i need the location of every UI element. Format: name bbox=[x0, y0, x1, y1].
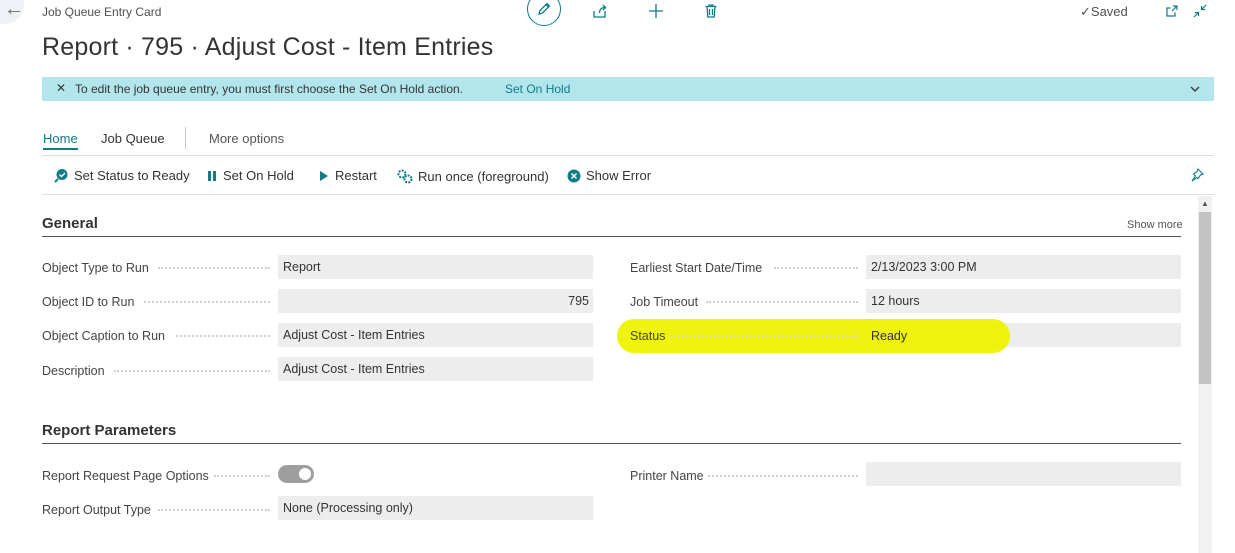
label-leader bbox=[670, 335, 858, 337]
object-type-field[interactable]: Report bbox=[278, 255, 593, 279]
printer-name-field[interactable] bbox=[866, 462, 1181, 486]
label-leader bbox=[114, 370, 270, 372]
collapse-icon bbox=[1193, 4, 1207, 18]
saved-status: ✓Saved bbox=[1080, 4, 1128, 20]
scrollbar-thumb[interactable] bbox=[1199, 212, 1211, 384]
show-error-button[interactable]: Show Error bbox=[567, 168, 651, 183]
label-leader bbox=[158, 509, 270, 511]
checkmark-icon: ✓ bbox=[1080, 4, 1091, 19]
share-button[interactable] bbox=[588, 0, 612, 22]
tab-home[interactable]: Home bbox=[43, 131, 78, 146]
delete-button[interactable] bbox=[699, 0, 723, 22]
saved-label: Saved bbox=[1090, 4, 1128, 19]
gears-icon bbox=[397, 169, 413, 184]
label-leader bbox=[774, 267, 858, 269]
field-label-job-timeout: Job Timeout bbox=[630, 295, 699, 309]
object-caption-field[interactable]: Adjust Cost - Item Entries bbox=[278, 323, 593, 347]
edit-button[interactable] bbox=[527, 0, 561, 26]
trash-icon bbox=[705, 4, 717, 18]
status-ready-icon bbox=[54, 169, 68, 183]
pin-icon bbox=[1191, 168, 1204, 182]
toggle-knob bbox=[299, 468, 311, 480]
open-new-window-button[interactable] bbox=[1160, 0, 1184, 22]
plus-icon bbox=[649, 4, 663, 18]
show-more-link[interactable]: Show more bbox=[1127, 219, 1183, 231]
new-button[interactable] bbox=[644, 0, 668, 22]
tab-job-queue[interactable]: Job Queue bbox=[101, 131, 165, 146]
error-icon bbox=[567, 169, 581, 182]
section-divider-report-parameters bbox=[42, 443, 1181, 444]
set-status-to-ready-button[interactable]: Set Status to Ready bbox=[54, 168, 190, 183]
open-in-new-window-icon bbox=[1166, 5, 1178, 17]
field-label-object-type: Object Type to Run bbox=[42, 261, 149, 275]
set-status-to-ready-label: Set Status to Ready bbox=[74, 168, 190, 183]
request-page-options-toggle[interactable] bbox=[278, 465, 314, 483]
notification-banner: ✕ To edit the job queue entry, you must … bbox=[42, 77, 1214, 101]
label-leader bbox=[158, 267, 270, 269]
description-field[interactable]: Adjust Cost - Item Entries bbox=[278, 357, 593, 381]
section-divider-general bbox=[42, 236, 1181, 237]
set-on-hold-button[interactable]: Set On Hold bbox=[206, 168, 294, 183]
run-once-foreground-label: Run once (foreground) bbox=[418, 168, 549, 184]
label-leader bbox=[706, 301, 858, 303]
field-label-object-id: Object ID to Run bbox=[42, 295, 135, 309]
banner-message: To edit the job queue entry, you must fi… bbox=[75, 82, 463, 96]
play-icon bbox=[320, 170, 328, 181]
collapse-button[interactable] bbox=[1188, 0, 1212, 22]
restart-label: Restart bbox=[335, 168, 377, 183]
object-id-field[interactable]: 795 bbox=[278, 289, 593, 313]
breadcrumb: Job Queue Entry Card bbox=[42, 5, 162, 19]
tabs-divider bbox=[42, 155, 1214, 156]
tab-home-indicator bbox=[43, 148, 78, 150]
label-leader bbox=[176, 335, 270, 337]
field-label-description: Description bbox=[42, 364, 105, 378]
pause-icon bbox=[208, 170, 216, 181]
field-label-earliest-start: Earliest Start Date/Time bbox=[630, 261, 763, 275]
action-bar-divider bbox=[42, 194, 1214, 195]
set-on-hold-label: Set On Hold bbox=[223, 168, 294, 183]
run-once-foreground-button[interactable]: Run once (foreground) bbox=[397, 168, 549, 184]
label-leader bbox=[144, 301, 270, 303]
tab-divider bbox=[185, 127, 186, 149]
earliest-start-field[interactable]: 2/13/2023 3:00 PM bbox=[866, 255, 1181, 279]
pin-action-bar-button[interactable] bbox=[1190, 168, 1204, 187]
status-field[interactable]: Ready bbox=[871, 329, 907, 343]
back-arrow-icon[interactable]: ← bbox=[4, 0, 24, 21]
scroll-up-arrow-icon[interactable]: ▲ bbox=[1201, 199, 1209, 208]
output-type-field[interactable]: None (Processing only) bbox=[278, 496, 593, 520]
banner-set-on-hold-link[interactable]: Set On Hold bbox=[505, 82, 570, 96]
section-title-report-parameters[interactable]: Report Parameters bbox=[42, 422, 176, 439]
show-error-label: Show Error bbox=[586, 168, 652, 183]
label-leader bbox=[214, 475, 270, 477]
chevron-down-icon[interactable] bbox=[1190, 82, 1200, 96]
section-title-general[interactable]: General bbox=[42, 215, 98, 232]
field-label-status: Status bbox=[630, 329, 666, 343]
page-title: Report · 795 · Adjust Cost - Item Entrie… bbox=[42, 33, 494, 61]
pencil-icon bbox=[538, 2, 551, 15]
field-label-object-caption: Object Caption to Run bbox=[42, 329, 165, 343]
field-label-output-type: Report Output Type bbox=[42, 503, 151, 517]
job-timeout-field[interactable]: 12 hours bbox=[866, 289, 1181, 313]
tab-more-options[interactable]: More options bbox=[209, 131, 284, 146]
close-icon[interactable]: ✕ bbox=[56, 81, 66, 95]
field-label-request-page-options: Report Request Page Options bbox=[42, 469, 209, 483]
restart-button[interactable]: Restart bbox=[318, 168, 377, 183]
label-leader bbox=[708, 475, 858, 477]
field-label-printer-name: Printer Name bbox=[630, 469, 704, 483]
share-icon bbox=[593, 4, 607, 18]
